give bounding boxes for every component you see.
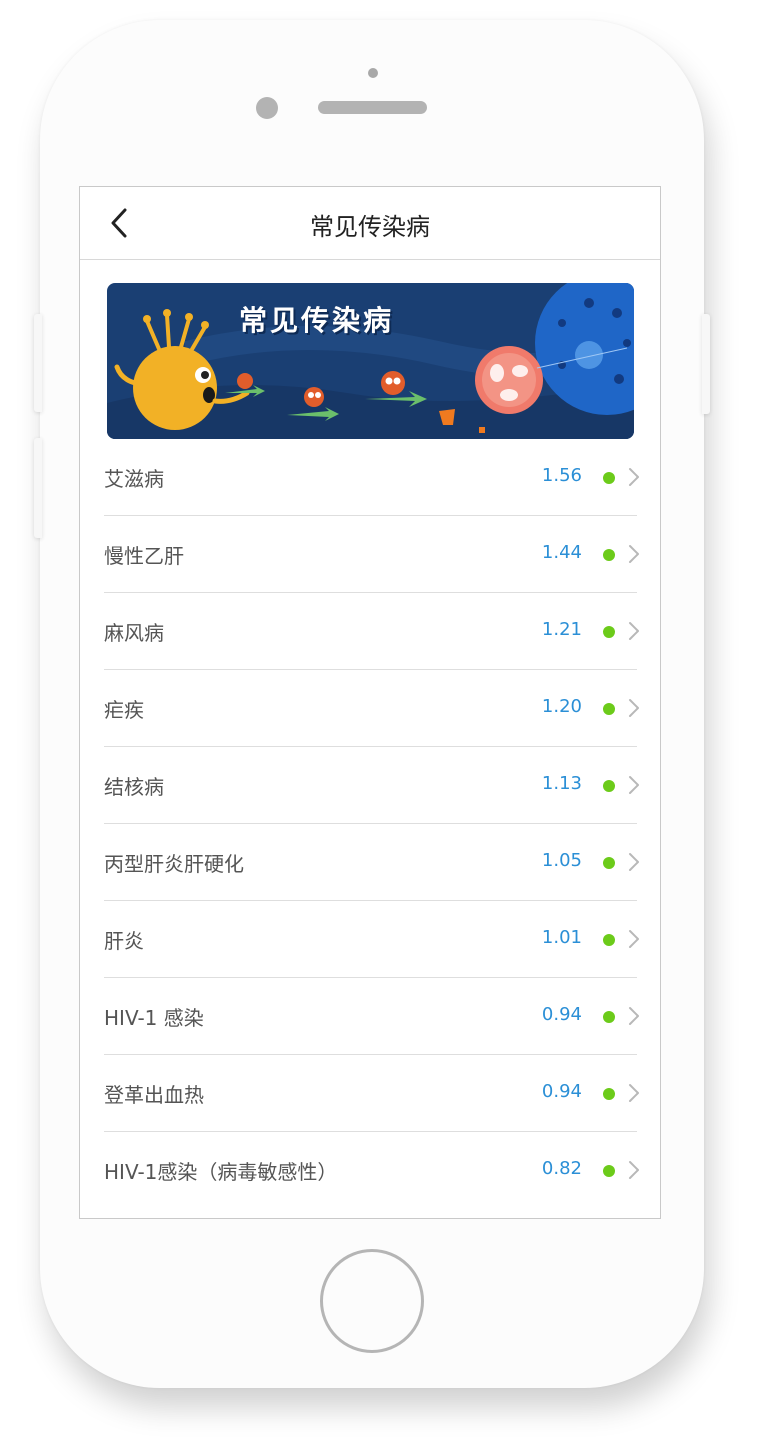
risk-value: 1.56	[541, 465, 582, 486]
risk-value: 1.01	[541, 927, 582, 948]
list-item[interactable]: 艾滋病 1.56	[104, 439, 660, 516]
chevron-right-icon	[629, 930, 639, 948]
list-item[interactable]: 登革出血热 0.94	[104, 1055, 660, 1132]
risk-value: 1.05	[541, 850, 582, 871]
status-dot-icon	[603, 1165, 615, 1177]
disease-name: 登革出血热	[104, 1083, 204, 1107]
disease-name: 慢性乙肝	[104, 544, 184, 568]
chevron-right-icon	[629, 699, 639, 717]
risk-value: 0.82	[541, 1158, 582, 1179]
page-title: 常见传染病	[310, 213, 430, 241]
power-button	[702, 314, 710, 414]
chevron-right-icon	[629, 1007, 639, 1025]
disease-name: 艾滋病	[104, 467, 164, 491]
front-camera	[256, 97, 278, 119]
list-item[interactable]: 麻风病 1.21	[104, 593, 660, 670]
risk-value: 1.13	[541, 773, 582, 794]
disease-name: 肝炎	[104, 929, 144, 953]
status-dot-icon	[603, 857, 615, 869]
disease-name: HIV-1感染（病毒敏感性）	[104, 1160, 338, 1184]
risk-value: 1.20	[541, 696, 582, 717]
chevron-right-icon	[629, 1161, 639, 1179]
status-dot-icon	[603, 1011, 615, 1023]
status-dot-icon	[603, 703, 615, 715]
list-item[interactable]: 疟疾 1.20	[104, 670, 660, 747]
list-item[interactable]: 结核病 1.13	[104, 747, 660, 824]
status-dot-icon	[603, 472, 615, 484]
list-item[interactable]: 肝炎 1.01	[104, 901, 660, 978]
list-item[interactable]: 慢性乙肝 1.44	[104, 516, 660, 593]
status-dot-icon	[603, 1088, 615, 1100]
list-item[interactable]: 丙型肝炎肝硬化 1.05	[104, 824, 660, 901]
disease-name: 疟疾	[104, 698, 144, 722]
disease-name: 丙型肝炎肝硬化	[104, 852, 244, 876]
volume-down-button	[34, 438, 42, 538]
list-item[interactable]: HIV-1 感染 0.94	[104, 978, 660, 1055]
home-button[interactable]	[320, 1249, 424, 1353]
banner-title: 常见传染病	[239, 304, 395, 337]
chevron-right-icon	[629, 622, 639, 640]
disease-name: HIV-1 感染	[104, 1006, 204, 1030]
navigation-bar: 常见传染病	[80, 187, 660, 260]
disease-name: 麻风病	[104, 621, 164, 645]
risk-value: 0.94	[541, 1081, 582, 1102]
banner-image[interactable]: 常见传染病	[107, 283, 634, 439]
status-dot-icon	[603, 934, 615, 946]
list-item[interactable]: HIV-1感染（病毒敏感性） 0.82	[104, 1132, 660, 1209]
status-dot-icon	[603, 626, 615, 638]
risk-value: 0.94	[541, 1004, 582, 1025]
earpiece-speaker	[318, 101, 427, 114]
app-screen: 常见传染病 常见传染病 艾滋病 1.56 慢性乙肝 1.44 麻风病 1.21 …	[79, 186, 661, 1219]
disease-name: 结核病	[104, 775, 164, 799]
chevron-right-icon	[629, 776, 639, 794]
chevron-right-icon	[629, 468, 639, 486]
chevron-right-icon	[629, 1084, 639, 1102]
risk-value: 1.21	[541, 619, 582, 640]
disease-list: 艾滋病 1.56 慢性乙肝 1.44 麻风病 1.21 疟疾 1.20 结核病 1.13 丙型肝炎肝…	[104, 439, 660, 1209]
chevron-right-icon	[629, 545, 639, 563]
risk-value: 1.44	[541, 542, 582, 563]
volume-up-button	[34, 314, 42, 412]
status-dot-icon	[603, 780, 615, 792]
chevron-right-icon	[629, 853, 639, 871]
status-dot-icon	[603, 549, 615, 561]
proximity-sensor	[368, 68, 378, 78]
